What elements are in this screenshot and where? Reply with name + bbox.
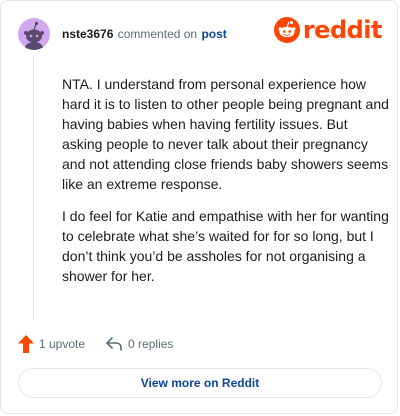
view-more-button[interactable]: View more on Reddit	[18, 368, 382, 398]
comment-embed-card: nste3676 commented on post reddit NTA. I…	[0, 0, 398, 414]
comment-actions: 1 upvote 0 replies	[18, 333, 193, 355]
commented-on-label: commented on	[117, 27, 198, 41]
comment-paragraph: I do feel for Katie and empathise with h…	[62, 208, 389, 284]
upvote-button[interactable]: 1 upvote	[18, 335, 85, 353]
user-avatar[interactable]	[18, 18, 50, 50]
comment-meta: nste3676 commented on post	[62, 27, 227, 41]
upvote-count: 1 upvote	[39, 337, 86, 351]
comment-body: NTA. I understand from personal experien…	[62, 74, 390, 298]
reddit-logo[interactable]: reddit	[273, 16, 383, 44]
reply-arrow-icon	[106, 337, 122, 351]
comment-paragraph: NTA. I understand from personal experien…	[62, 76, 389, 192]
reddit-wordmark: reddit	[302, 16, 383, 44]
upvote-arrow-icon	[18, 335, 34, 353]
snoo-avatar-icon	[24, 21, 44, 50]
replies-button[interactable]: 0 replies	[105, 336, 173, 352]
thread-line	[33, 57, 34, 319]
post-link[interactable]: post	[201, 27, 226, 41]
reddit-snoo-icon	[273, 17, 300, 43]
username[interactable]: nste3676	[62, 27, 113, 41]
reply-count: 0 replies	[128, 337, 174, 351]
comment-header: nste3676 commented on post	[18, 18, 227, 50]
